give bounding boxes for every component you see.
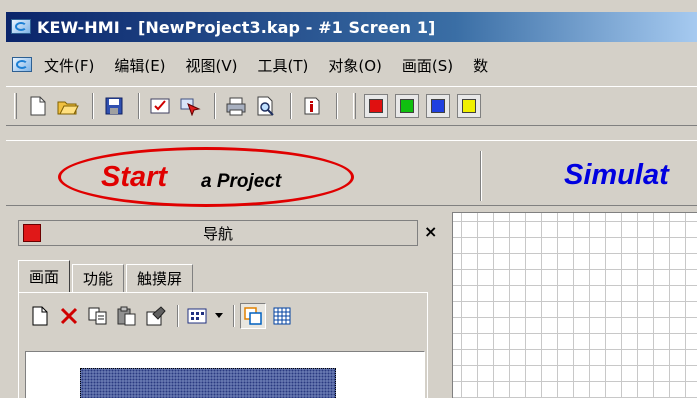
copy-icon[interactable]: [85, 303, 111, 329]
toolbar-separator: [138, 93, 140, 119]
instruction-banner: Start a Project Simulat: [6, 140, 697, 207]
design-canvas[interactable]: [452, 212, 697, 398]
menu-object[interactable]: 对象(O): [328, 55, 382, 76]
paste-icon[interactable]: [114, 303, 140, 329]
menu-screen[interactable]: 画面(S): [402, 55, 453, 76]
open-folder-icon[interactable]: [55, 93, 81, 119]
main-toolbar: [6, 86, 697, 126]
menu-tools[interactable]: 工具(T): [258, 55, 309, 76]
toolbar-separator: [92, 93, 94, 119]
close-icon[interactable]: ×: [424, 222, 437, 241]
tab-functions[interactable]: 功能: [72, 264, 125, 292]
blue-swatch: [431, 99, 445, 113]
toolbar-separator: [177, 305, 179, 327]
navigation-panel: 导航 × 画面 功能 触摸屏: [6, 212, 444, 398]
color-blue-button[interactable]: [426, 94, 450, 118]
tab-screens[interactable]: 画面: [18, 260, 71, 292]
screen-list[interactable]: [25, 351, 425, 398]
compile-icon[interactable]: [177, 93, 203, 119]
nav-tabs: 画面 功能 触摸屏: [18, 260, 195, 292]
delete-icon[interactable]: [56, 303, 82, 329]
window-view-icon[interactable]: [240, 303, 266, 329]
simulate-label: Simulat: [564, 159, 669, 191]
color-red-button[interactable]: [364, 94, 388, 118]
menu-data[interactable]: 数: [473, 55, 488, 76]
nav-header[interactable]: 导航: [18, 220, 418, 246]
menu-view[interactable]: 视图(V): [186, 55, 238, 76]
toolbar-grip[interactable]: [14, 93, 17, 119]
window-title: KEW-HMI - [NewProject3.kap - #1 Screen 1…: [37, 17, 436, 37]
new-file-icon[interactable]: [25, 93, 51, 119]
grid-view-icon[interactable]: [269, 303, 295, 329]
print-icon[interactable]: [223, 93, 249, 119]
properties-icon[interactable]: [143, 303, 169, 329]
app-icon[interactable]: [10, 16, 32, 38]
title-bar[interactable]: KEW-HMI - [NewProject3.kap - #1 Screen 1…: [6, 12, 697, 42]
check-screen-icon[interactable]: [147, 93, 173, 119]
nav-title: 导航: [202, 224, 233, 243]
info-icon[interactable]: [299, 93, 325, 119]
menu-file[interactable]: 文件(F): [44, 55, 94, 76]
print-preview-icon[interactable]: [253, 93, 279, 119]
banner-divider: [480, 151, 482, 201]
toolbar-separator: [290, 93, 292, 119]
toolbar-separator: [214, 93, 216, 119]
yellow-swatch: [462, 99, 476, 113]
color-green-button[interactable]: [395, 94, 419, 118]
menu-bar: 文件(F) 编辑(E) 视图(V) 工具(T) 对象(O) 画面(S) 数: [6, 50, 697, 80]
screen-thumbnail[interactable]: [80, 368, 336, 398]
dropdown-arrow-icon[interactable]: [213, 303, 225, 329]
toolbar-grip[interactable]: [353, 93, 356, 119]
toolbar-separator: [336, 93, 338, 119]
menu-edit[interactable]: 编辑(E): [114, 55, 165, 76]
nav-toolbar: [27, 303, 298, 329]
save-icon[interactable]: [101, 93, 127, 119]
color-yellow-button[interactable]: [457, 94, 481, 118]
green-swatch: [400, 99, 414, 113]
red-swatch: [369, 99, 383, 113]
view-mode-icon[interactable]: [184, 303, 210, 329]
document-icon[interactable]: [12, 55, 34, 75]
a-project-label: a Project: [201, 171, 282, 192]
new-screen-icon[interactable]: [27, 303, 53, 329]
navigation-icon: [23, 224, 41, 242]
nav-tab-content: [18, 292, 428, 398]
tab-touchscreen[interactable]: 触摸屏: [126, 264, 194, 292]
start-label: Start: [101, 161, 168, 193]
toolbar-separator: [233, 305, 235, 327]
